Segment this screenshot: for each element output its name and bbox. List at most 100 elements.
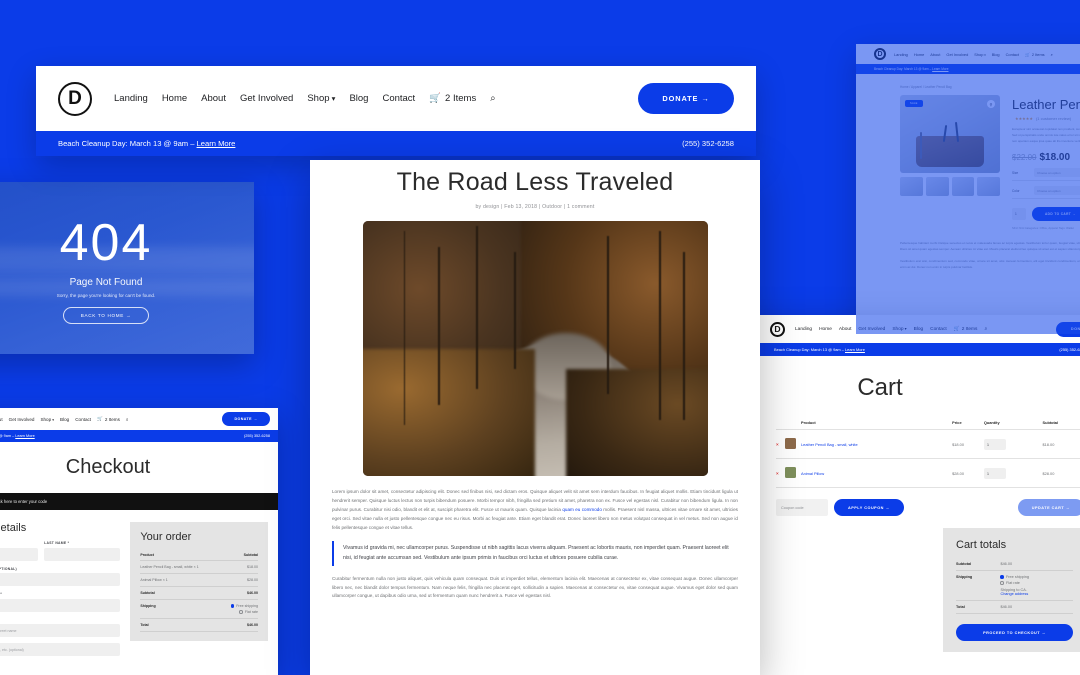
totals-shipping-label: Shipping: [956, 570, 1001, 601]
billing-heading: Billing details: [0, 522, 27, 534]
error-404-screen[interactable]: 404 Page Not Found Sorry, the page you'r…: [0, 182, 254, 354]
error-code: 404: [59, 213, 153, 272]
radio-icon[interactable]: [230, 604, 235, 608]
error-subtitle: Sorry, the page you're looking for can't…: [56, 292, 156, 298]
promo-learn-more-link[interactable]: Learn More: [197, 139, 236, 148]
promo-learn-more-link[interactable]: Learn More: [845, 347, 865, 352]
quantity-stepper[interactable]: 1: [983, 438, 1006, 450]
product-thumbnail[interactable]: [785, 467, 796, 478]
site-header-screen[interactable]: D Landing Home About Get Involved Shop ▾…: [36, 66, 756, 156]
order-subtotal-label: Subtotal: [140, 586, 221, 600]
cart-totals-box: Cart totals Subtotal $46.00 Shipping Fre…: [943, 528, 1080, 652]
post-meta: by design | Feb 13, 2018 | Outdoor | 1 c…: [475, 204, 595, 210]
main-nav[interactable]: D Landing Home About Get Involved Shop ▾…: [36, 66, 756, 131]
shipping-option-free[interactable]: Free shipping: [221, 604, 258, 608]
order-item-subtotal: $18.00: [220, 560, 258, 574]
nav-item-about[interactable]: About: [201, 93, 226, 104]
nav-item-shop[interactable]: Shop ▾: [40, 417, 54, 422]
update-cart-button[interactable]: UPDATE CART →: [1017, 499, 1080, 516]
order-item-name: Leather Pencil Bag - small, white × 1: [140, 560, 221, 574]
radio-icon[interactable]: [1000, 575, 1004, 579]
quantity-stepper[interactable]: 1: [983, 467, 1006, 479]
post-paragraph-2: Curabitur fermentum nulla non justo aliq…: [332, 575, 738, 599]
chevron-down-icon: ▾: [51, 417, 55, 422]
radio-icon[interactable]: [239, 610, 243, 614]
main-nav-links[interactable]: Landing Home About Get Involved Shop ▾ B…: [114, 93, 496, 104]
nav-item-landing[interactable]: Landing: [795, 327, 812, 332]
remove-item-button[interactable]: ×: [776, 442, 779, 447]
order-col-subtotal: Subtotal: [220, 550, 258, 561]
cart-col-product: Product: [801, 416, 953, 430]
cart-promo-bar: Beach Cleanup Day: March 13 @ 9am – Lear…: [730, 343, 1080, 356]
donate-button[interactable]: DONATE →: [638, 83, 734, 114]
billing-details-form[interactable]: Billing details FIRST NAME * LAST NAME *…: [0, 522, 121, 662]
order-row: Animal Pillow × 1 $28.00: [140, 573, 258, 587]
cart-link[interactable]: 🛒 2 Items: [97, 416, 120, 422]
nav-item-shop[interactable]: Shop ▾: [307, 93, 335, 104]
logo-icon[interactable]: D: [770, 321, 785, 337]
cart-col-subtotal: Subtotal: [1042, 416, 1080, 430]
shipping-option-free[interactable]: Free shipping: [1000, 575, 1073, 579]
apply-coupon-button[interactable]: APPLY COUPON →: [834, 499, 904, 516]
company-name-field[interactable]: [0, 573, 121, 586]
country-region-label: COUNTRY / REGION *: [0, 592, 120, 596]
promo-text: Beach Cleanup Day: March 13 @ 9am – Lear…: [58, 139, 236, 148]
coupon-code-input[interactable]: Coupon code: [776, 499, 828, 516]
search-icon[interactable]: ⌕: [126, 417, 129, 422]
cart-totals-table: Subtotal $46.00 Shipping Free shipping F…: [956, 558, 1073, 614]
checkout-page-screen[interactable]: Landing Home About Get Involved Shop ▾ B…: [0, 408, 278, 675]
product-page-screen[interactable]: D Landing Home About Get Involved Shop ▾…: [856, 44, 1080, 334]
proceed-to-checkout-button[interactable]: PROCEED TO CHECKOUT →: [956, 624, 1073, 641]
cart-link[interactable]: 🛒 2 Items: [429, 93, 476, 104]
cart-table: Product Price Quantity Subtotal × Leathe…: [776, 416, 1080, 488]
remove-item-button[interactable]: ×: [776, 471, 779, 476]
blog-post-screen[interactable]: The Road Less Traveled by design | Feb 1…: [310, 160, 760, 675]
nav-item-get-involved[interactable]: Get Involved: [240, 93, 293, 104]
back-to-home-button[interactable]: BACK TO HOME →: [62, 306, 150, 324]
change-address-link[interactable]: Change address: [1000, 592, 1073, 596]
order-table-header: Product Subtotal: [140, 550, 258, 561]
inline-link[interactable]: quam eu commodo: [562, 507, 602, 512]
nav-item-about[interactable]: About: [839, 327, 852, 332]
nav-item-contact[interactable]: Contact: [382, 93, 415, 104]
donate-button[interactable]: DONATE →: [222, 412, 270, 426]
first-name-field[interactable]: [0, 547, 39, 561]
cart-item-name[interactable]: Leather Pencil Bag - small, white: [801, 429, 953, 459]
product-screen-overlay: [856, 44, 1080, 334]
checkout-nav[interactable]: Landing Home About Get Involved Shop ▾ B…: [0, 408, 278, 430]
promo-phone[interactable]: (255) 352-6258: [1059, 347, 1080, 352]
order-total-row: Total $46.00: [140, 618, 258, 632]
search-icon[interactable]: ⌕: [490, 93, 495, 104]
product-thumbnail[interactable]: [785, 438, 796, 449]
checkout-nav-links[interactable]: Landing Home About Get Involved Shop ▾ B…: [0, 416, 128, 422]
nav-item-home[interactable]: Home: [819, 327, 832, 332]
table-row: × Animal Pillow $28.00 1 $28.00: [776, 458, 1080, 488]
radio-icon[interactable]: [1000, 581, 1004, 585]
order-subtotal-row: Subtotal $46.00: [140, 586, 258, 600]
street-address-2-field[interactable]: Apartment, suite, unit, etc. (optional): [0, 643, 121, 656]
nav-item-blog[interactable]: Blog: [60, 417, 69, 422]
totals-subtotal-value: $46.00: [1000, 558, 1073, 571]
nav-item-home[interactable]: Home: [162, 93, 187, 104]
nav-item-get-involved[interactable]: Get Involved: [9, 417, 35, 422]
last-name-field[interactable]: [44, 547, 121, 561]
order-table: Product Subtotal Leather Pencil Bag - sm…: [140, 550, 258, 632]
promo-learn-more-link[interactable]: Learn More: [15, 434, 34, 438]
cart-table-header: Product Price Quantity Subtotal: [776, 416, 1080, 430]
coupon-notice-bar[interactable]: Have a coupon? Click here to enter your …: [0, 493, 278, 510]
shipping-option-flat[interactable]: Flat rate: [221, 610, 258, 614]
promo-phone[interactable]: (255) 352-6258: [244, 434, 270, 438]
nav-item-about[interactable]: About: [0, 417, 3, 422]
cart-page-screen[interactable]: D Landing Home About Get Involved Shop ▾…: [730, 315, 1080, 675]
logo-icon[interactable]: D: [58, 81, 92, 116]
nav-item-blog[interactable]: Blog: [349, 93, 368, 104]
order-subtotal-value: $46.00: [220, 586, 258, 600]
nav-item-contact[interactable]: Contact: [75, 417, 91, 422]
page-title: Cart: [857, 374, 903, 401]
shipping-option-flat[interactable]: Flat rate: [1000, 581, 1073, 585]
promo-phone[interactable]: (255) 352-6258: [682, 139, 734, 148]
country-region-select[interactable]: United States (US): [0, 598, 121, 612]
street-address-field[interactable]: House number and street name: [0, 624, 121, 637]
nav-item-landing[interactable]: Landing: [114, 93, 148, 104]
cart-item-name[interactable]: Animal Pillow: [801, 458, 953, 488]
